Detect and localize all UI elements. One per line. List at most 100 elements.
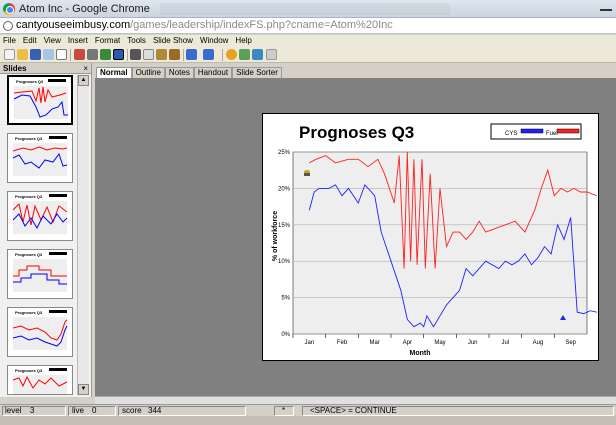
open-icon[interactable] bbox=[17, 49, 28, 60]
thumbnail-title: Prognoses Q3 bbox=[15, 194, 43, 199]
horizontal-scrollbar[interactable] bbox=[95, 396, 616, 404]
chart-title: Prognoses Q3 bbox=[299, 123, 414, 142]
thumbnail-chart bbox=[13, 86, 68, 119]
y-tick-label: 20% bbox=[278, 186, 291, 192]
slides-panel-label: Slides bbox=[3, 64, 27, 73]
y-tick-label: 10% bbox=[278, 259, 291, 265]
current-slide[interactable]: Prognoses Q3 CYS Fuel 0% 5% 10% 15% 20% 25% J… bbox=[262, 113, 599, 361]
y-tick-label: 5% bbox=[281, 296, 290, 302]
legend-swatch-fuel bbox=[556, 128, 580, 134]
x-tick-label: Apr bbox=[403, 340, 412, 346]
tab-normal[interactable]: Normal bbox=[96, 67, 132, 78]
thumbnail-chart bbox=[12, 143, 68, 176]
thumbnail-title: Prognoses Q3 bbox=[15, 136, 43, 141]
page-info-icon[interactable] bbox=[3, 21, 13, 31]
menu-slide-show[interactable]: Slide Show bbox=[153, 35, 193, 47]
tab-slide-sorter[interactable]: Slide Sorter bbox=[232, 67, 282, 78]
background-tabs[interactable] bbox=[160, 3, 450, 15]
status-bar: level 3 live 0 score 344 * <SPACE> = CON… bbox=[0, 404, 616, 416]
x-tick-label: Aug bbox=[533, 340, 544, 346]
table-icon[interactable] bbox=[239, 49, 250, 60]
toolbar bbox=[0, 47, 616, 63]
x-tick-label: Jul bbox=[501, 340, 509, 346]
slide-workspace: Prognoses Q3 CYS Fuel 0% 5% 10% 15% 20% 25% J… bbox=[95, 78, 616, 396]
x-tick-label: Mar bbox=[369, 340, 379, 346]
thumbnail-legend bbox=[48, 79, 66, 82]
slide-thumbnail-1[interactable]: Prognoses Q3 bbox=[7, 75, 73, 125]
tab-handout[interactable]: Handout bbox=[193, 67, 233, 78]
menu-bar: File Edit View Insert Format Tools Slide… bbox=[0, 35, 616, 47]
level-label: level bbox=[5, 406, 22, 415]
new-icon[interactable] bbox=[4, 49, 15, 60]
close-icon[interactable]: × bbox=[83, 63, 88, 74]
y-tick-label: 15% bbox=[278, 223, 291, 229]
menu-edit[interactable]: Edit bbox=[23, 35, 37, 47]
menu-help[interactable]: Help bbox=[235, 35, 251, 47]
menu-tools[interactable]: Tools bbox=[127, 35, 146, 47]
slide-thumbnail-5[interactable]: Prognoses Q3 bbox=[7, 307, 73, 357]
thumbnail-legend bbox=[49, 136, 67, 139]
thumbnail-title: Prognoses Q3 bbox=[15, 310, 43, 315]
x-axis-label: Month bbox=[410, 350, 431, 357]
autospell-icon[interactable] bbox=[113, 49, 124, 60]
address-bar[interactable]: cantyouseeimbusy.com/games/leadership/in… bbox=[0, 18, 616, 34]
print-icon[interactable] bbox=[87, 49, 98, 60]
gallery-icon[interactable] bbox=[252, 49, 263, 60]
x-tick-label: Jan bbox=[304, 340, 314, 346]
save-icon[interactable] bbox=[30, 49, 41, 60]
export-pdf-icon[interactable] bbox=[74, 49, 85, 60]
format-paintbrush-icon[interactable] bbox=[169, 49, 180, 60]
url-text[interactable]: cantyouseeimbusy.com/games/leadership/in… bbox=[16, 19, 393, 31]
spellcheck-icon[interactable] bbox=[100, 49, 111, 60]
status-star: * bbox=[282, 406, 286, 415]
slide-thumbnail-3[interactable]: Prognoses Q3 bbox=[7, 191, 73, 241]
tab-notes[interactable]: Notes bbox=[164, 67, 194, 78]
menu-file[interactable]: File bbox=[3, 35, 16, 47]
live-label: live bbox=[72, 406, 85, 415]
slide-thumbnail-6[interactable]: Prognoses Q3 bbox=[7, 365, 73, 395]
x-axis-ticks: Jan Feb Mar Apr May Jun Jul Aug Sep bbox=[292, 334, 577, 346]
slide-thumbnail-4[interactable]: Prognoses Q3 bbox=[7, 249, 73, 299]
slides-scrollbar[interactable]: ▲ ▼ bbox=[77, 75, 89, 395]
copy-icon[interactable] bbox=[143, 49, 154, 60]
legend-label-fuel: Fuel bbox=[546, 131, 558, 137]
email-icon[interactable] bbox=[43, 49, 54, 60]
continue-hint: <SPACE> = CONTINUE bbox=[310, 406, 397, 415]
menu-window[interactable]: Window bbox=[200, 35, 228, 47]
thumbnail-title: Prognoses Q3 bbox=[16, 79, 44, 84]
thumbnail-chart bbox=[12, 201, 68, 234]
undo-icon[interactable] bbox=[186, 49, 197, 60]
sprite-icon bbox=[304, 170, 310, 176]
tab-outline[interactable]: Outline bbox=[131, 67, 165, 78]
grid-icon[interactable] bbox=[266, 49, 277, 60]
slide-thumbnail-2[interactable]: Prognoses Q3 bbox=[7, 133, 73, 183]
minimize-icon[interactable] bbox=[600, 9, 612, 11]
y-tick-label: 0% bbox=[281, 332, 290, 338]
live-value: 0 bbox=[92, 406, 97, 415]
thumbnail-title: Prognoses Q3 bbox=[15, 368, 43, 373]
view-tabs: Normal Outline Notes Handout Slide Sorte… bbox=[96, 67, 282, 78]
thumbnail-legend bbox=[49, 310, 67, 313]
redo-icon[interactable] bbox=[203, 49, 214, 60]
menu-format[interactable]: Format bbox=[95, 35, 120, 47]
menu-insert[interactable]: Insert bbox=[68, 35, 88, 47]
scroll-down-icon[interactable]: ▼ bbox=[78, 384, 89, 395]
x-tick-label: Jun bbox=[468, 340, 478, 346]
scroll-up-icon[interactable]: ▲ bbox=[78, 75, 89, 86]
score-value: 344 bbox=[148, 406, 162, 415]
legend-label-cys: CYS bbox=[505, 131, 517, 137]
cut-icon[interactable] bbox=[130, 49, 141, 60]
prognoses-chart: Prognoses Q3 CYS Fuel 0% 5% 10% 15% 20% 25% J… bbox=[272, 123, 597, 357]
thumbnail-chart bbox=[13, 259, 67, 292]
window-title: Atom Inc - Google Chrome bbox=[19, 3, 150, 15]
legend-swatch-cys bbox=[520, 128, 544, 134]
y-tick-label: 25% bbox=[278, 150, 291, 156]
chart-icon[interactable] bbox=[226, 49, 237, 60]
thumbnail-chart bbox=[12, 375, 68, 394]
chrome-icon bbox=[3, 3, 15, 15]
slides-panel: Slides × Prognoses Q3 Prognoses Q3 Progn… bbox=[0, 63, 92, 397]
paste-icon[interactable] bbox=[156, 49, 167, 60]
chart-legend: CYS Fuel bbox=[490, 123, 582, 140]
edit-file-icon[interactable] bbox=[56, 49, 67, 60]
menu-view[interactable]: View bbox=[44, 35, 61, 47]
